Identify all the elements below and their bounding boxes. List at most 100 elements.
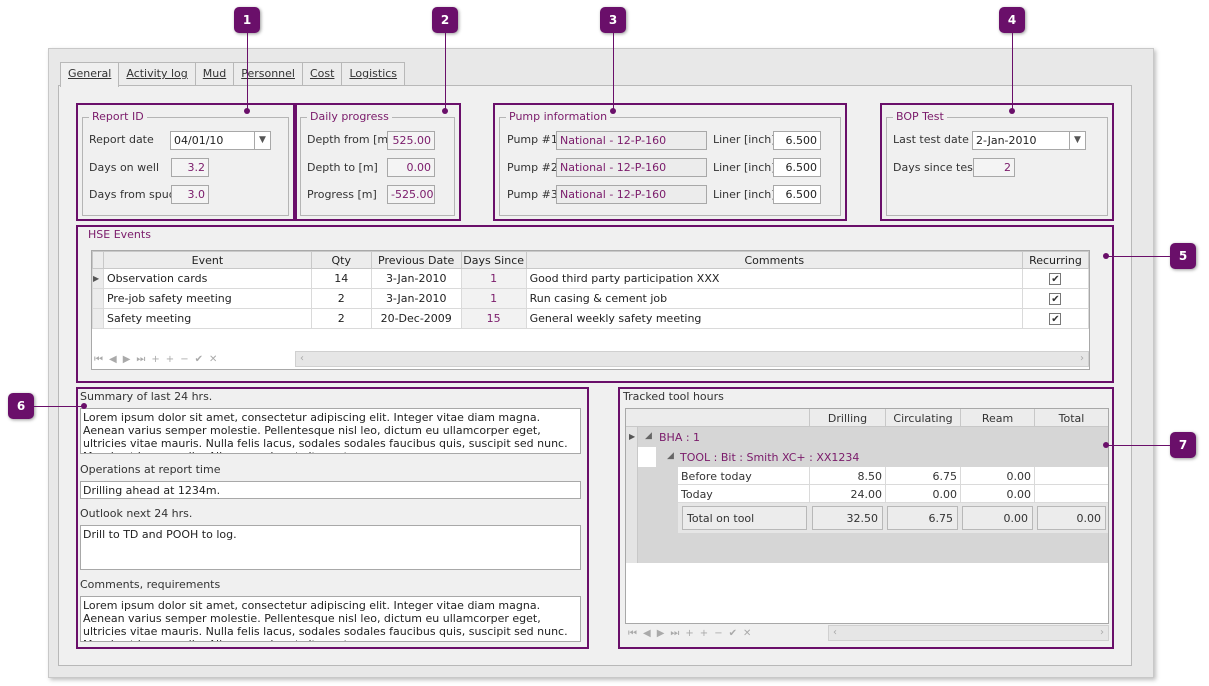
cancel-icon[interactable]: ✕ [209, 354, 217, 365]
col-recurring[interactable]: Recurring [1021, 251, 1090, 269]
tab-logistics[interactable]: Logistics [341, 62, 406, 86]
comments-textarea[interactable]: Lorem ipsum dolor sit amet, consectetur … [80, 596, 581, 642]
pump-1-field[interactable]: National - 12-P-160 [556, 131, 707, 150]
scroll-left-icon[interactable]: ‹ [833, 627, 837, 638]
hse-hscrollbar[interactable]: ‹ › [295, 351, 1089, 367]
recurring-checkbox[interactable]: ✔ [1049, 313, 1062, 325]
cell-qty[interactable]: 2 [310, 308, 372, 329]
cell-event[interactable]: Safety meeting [102, 308, 312, 329]
cell-circulating[interactable]: 6.75 [885, 467, 960, 485]
progress-field[interactable]: -525.00 [387, 185, 435, 204]
recurring-checkbox[interactable]: ✔ [1049, 273, 1062, 285]
chevron-down-icon[interactable]: ▼ [1069, 132, 1085, 149]
callout-4: 4 [999, 7, 1025, 33]
days-on-well-field[interactable]: 3.2 [171, 158, 209, 177]
chevron-down-icon[interactable]: ▼ [254, 132, 270, 149]
cancel-icon[interactable]: ✕ [743, 628, 751, 639]
col-comments[interactable]: Comments [525, 251, 1023, 269]
col-total[interactable]: Total [1034, 409, 1108, 427]
tab-activity-log[interactable]: Activity log [118, 62, 196, 86]
col-ream[interactable]: Ream [960, 409, 1034, 427]
table-row[interactable]: Safety meeting 2 20-Dec-2009 15 General … [92, 308, 1090, 329]
col-days-since[interactable]: Days Since [460, 251, 527, 269]
cell-circulating[interactable]: 0.00 [885, 485, 960, 503]
cell-ream[interactable]: 0.00 [960, 485, 1034, 503]
cell-drilling[interactable]: 24.00 [809, 485, 885, 503]
cell-total[interactable] [1034, 485, 1108, 503]
pump-2-field[interactable]: National - 12-P-160 [556, 158, 707, 177]
scroll-right-icon[interactable]: › [1080, 353, 1084, 364]
cell-previous-date[interactable]: 20-Dec-2009 [370, 308, 462, 329]
tab-general[interactable]: General [60, 62, 120, 87]
cell-drilling[interactable]: 8.50 [809, 467, 885, 485]
next-icon[interactable]: ▶ [657, 628, 665, 639]
days-since-test-field[interactable]: 2 [973, 158, 1015, 177]
pump-3-liner-field[interactable]: 6.500 [773, 185, 821, 204]
cell-comment[interactable]: Good third party participation XXX [525, 268, 1023, 289]
recurring-checkbox[interactable]: ✔ [1049, 293, 1062, 305]
cell-comment[interactable]: General weekly safety meeting [525, 308, 1023, 329]
collapse-icon[interactable]: ◢ [645, 431, 652, 441]
collapse-icon[interactable]: ◢ [667, 451, 674, 461]
cell-ream[interactable]: 0.00 [960, 467, 1034, 485]
add-icon[interactable]: + [151, 354, 159, 365]
report-id-title: Report ID [89, 110, 147, 123]
cell-previous-date[interactable]: 3-Jan-2010 [370, 288, 462, 309]
total-drilling: 32.50 [812, 506, 883, 530]
scroll-right-icon[interactable]: › [1100, 627, 1104, 638]
add-icon[interactable]: + [685, 628, 693, 639]
last-icon[interactable]: ⏭ [136, 354, 145, 365]
cell-recurring[interactable]: ✔ [1021, 308, 1090, 329]
cell-total[interactable] [1034, 467, 1108, 485]
pump-1-liner-field[interactable]: 6.500 [773, 131, 821, 150]
cell-recurring[interactable]: ✔ [1021, 268, 1090, 289]
first-icon[interactable]: ⏮ [94, 354, 103, 365]
summary-textarea[interactable]: Lorem ipsum dolor sit amet, consectetur … [80, 408, 581, 454]
confirm-icon[interactable]: ✔ [729, 628, 737, 639]
col-event[interactable]: Event [102, 251, 312, 269]
col-qty[interactable]: Qty [310, 251, 372, 269]
insert-icon[interactable]: + [700, 628, 708, 639]
cell-previous-date[interactable]: 3-Jan-2010 [370, 268, 462, 289]
tab-cost[interactable]: Cost [301, 62, 343, 86]
callout-3-line [613, 33, 614, 111]
last-icon[interactable]: ⏭ [670, 628, 679, 639]
prev-icon[interactable]: ◀ [643, 628, 651, 639]
cell-comment[interactable]: Run casing & cement job [525, 288, 1023, 309]
callout-6-line [34, 406, 84, 407]
bha-label: BHA : 1 [659, 431, 701, 444]
tab-personnel[interactable]: Personnel [233, 62, 303, 86]
col-circulating[interactable]: Circulating [885, 409, 960, 427]
cell-event[interactable]: Pre-job safety meeting [102, 288, 312, 309]
days-from-spud-field[interactable]: 3.0 [171, 185, 209, 204]
total-ream: 0.00 [962, 506, 1033, 530]
delete-icon[interactable]: − [714, 628, 722, 639]
prev-icon[interactable]: ◀ [109, 354, 117, 365]
table-row[interactable]: Pre-job safety meeting 2 3-Jan-2010 1 Ru… [92, 288, 1090, 309]
table-row[interactable]: ▶ Observation cards 14 3-Jan-2010 1 Good… [92, 268, 1090, 289]
pump-3-field[interactable]: National - 12-P-160 [556, 185, 707, 204]
depth-to-field[interactable]: 0.00 [387, 158, 435, 177]
confirm-icon[interactable]: ✔ [195, 354, 203, 365]
cell-qty[interactable]: 14 [310, 268, 372, 289]
delete-icon[interactable]: − [180, 354, 188, 365]
col-drilling[interactable]: Drilling [809, 409, 885, 427]
callout-3: 3 [600, 7, 626, 33]
next-icon[interactable]: ▶ [123, 354, 131, 365]
last-test-field[interactable]: 2-Jan-2010 ▼ [972, 131, 1086, 150]
tab-mud[interactable]: Mud [194, 62, 235, 86]
pump-2-liner-field[interactable]: 6.500 [773, 158, 821, 177]
col-previous-date[interactable]: Previous Date [370, 251, 462, 269]
bha-group-row[interactable] [638, 427, 1108, 447]
tool-hours-hscrollbar[interactable]: ‹ › [828, 625, 1109, 641]
insert-icon[interactable]: + [166, 354, 174, 365]
cell-qty[interactable]: 2 [310, 288, 372, 309]
cell-event[interactable]: Observation cards [102, 268, 312, 289]
depth-from-field[interactable]: 525.00 [387, 131, 435, 150]
cell-recurring[interactable]: ✔ [1021, 288, 1090, 309]
ops-input[interactable]: Drilling ahead at 1234m. [80, 481, 581, 499]
first-icon[interactable]: ⏮ [628, 628, 637, 639]
scroll-left-icon[interactable]: ‹ [300, 353, 304, 364]
outlook-textarea[interactable]: Drill to TD and POOH to log. [80, 525, 581, 570]
report-date-field[interactable]: 04/01/10 ▼ [170, 131, 271, 150]
